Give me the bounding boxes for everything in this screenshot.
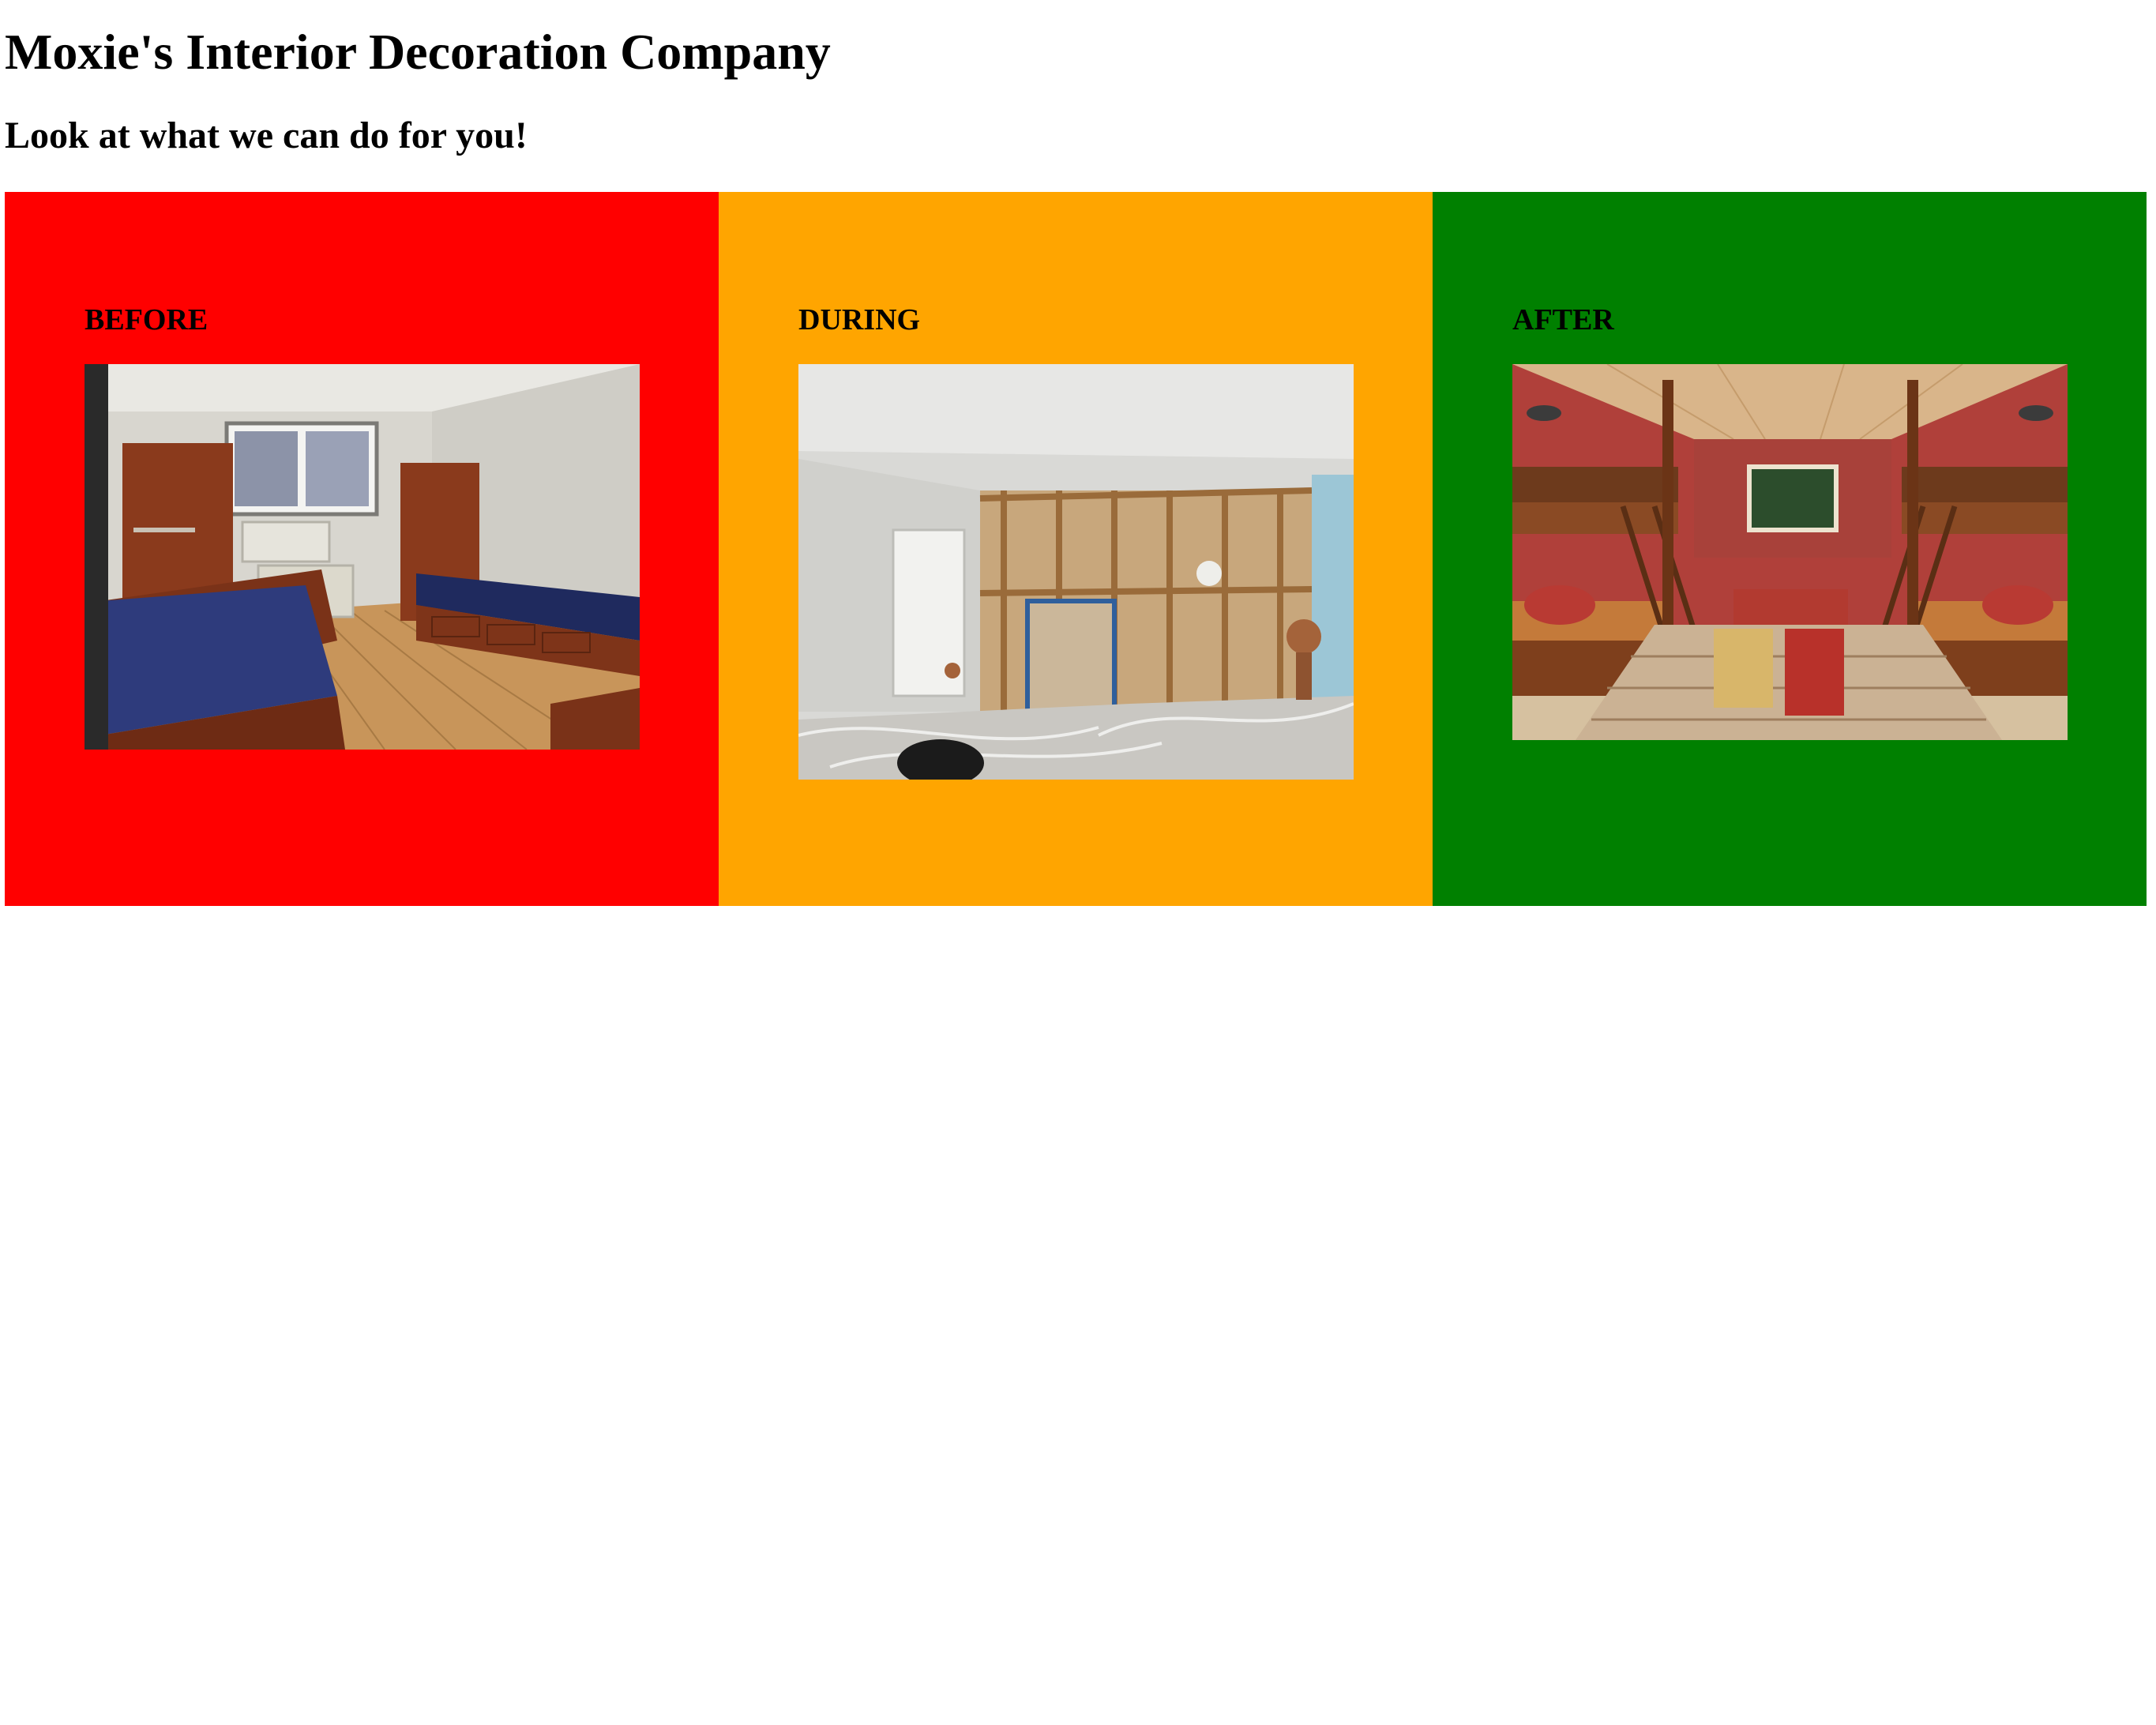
during-room-image <box>798 364 1354 780</box>
after-panel: AFTER <box>1433 192 2147 906</box>
before-room-image <box>85 364 640 750</box>
during-label: DURING <box>798 303 921 336</box>
during-panel: DURING <box>719 192 1433 906</box>
page-title: Moxie's Interior Decoration Company <box>5 24 831 80</box>
before-label: BEFORE <box>85 303 208 336</box>
after-label: AFTER <box>1512 303 1614 336</box>
after-room-image <box>1512 364 2068 740</box>
before-panel: BEFORE <box>5 192 719 906</box>
page-subtitle: Look at what we can do for you! <box>5 115 528 156</box>
before-during-after-gallery: BEFORE DURING AFTER <box>5 192 2148 906</box>
